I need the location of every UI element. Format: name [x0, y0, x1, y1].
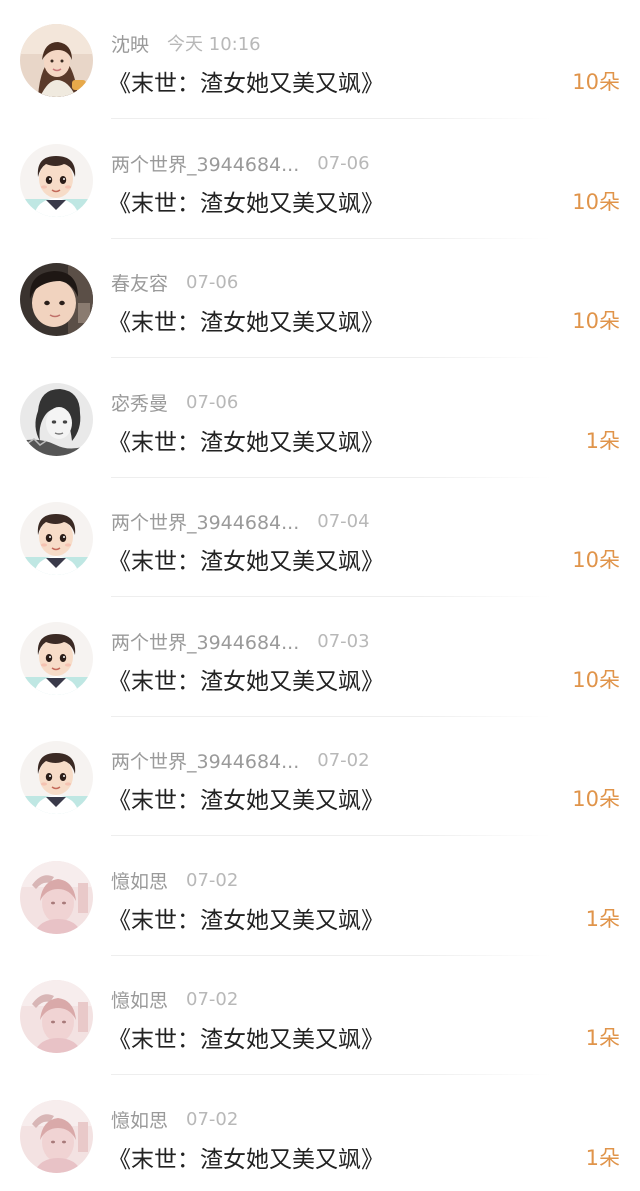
item-meta: 憶如思 07-02 — [111, 986, 238, 1012]
book-title[interactable]: 《末世：渣女她又美又飒》 — [108, 184, 384, 218]
list-item[interactable]: 两个世界_3944684... 07-02 《末世：渣女她又美又飒》 10朵 — [0, 717, 640, 836]
avatar[interactable] — [20, 980, 93, 1053]
flower-amount: 1朵 — [585, 429, 620, 453]
book-title[interactable]: 《末世：渣女她又美又飒》 — [108, 423, 384, 457]
user-name[interactable]: 两个世界_3944684... — [111, 508, 299, 535]
user-name[interactable]: 沈映 — [111, 30, 149, 57]
timestamp: 07-04 — [317, 510, 370, 532]
item-meta: 沈映 今天 10:16 — [111, 30, 261, 56]
list-item[interactable]: 宓秀曼 07-06 《末世：渣女她又美又飒》 1朵 — [0, 359, 640, 478]
timestamp: 07-03 — [317, 630, 370, 652]
timestamp: 07-06 — [186, 391, 239, 413]
list-item[interactable]: 沈映 今天 10:16 《末世：渣女她又美又飒》 10朵 — [0, 0, 640, 119]
divider — [111, 835, 551, 836]
avatar[interactable] — [20, 144, 93, 217]
item-meta: 憶如思 07-02 — [111, 1106, 238, 1132]
timestamp: 07-02 — [186, 869, 239, 891]
avatar[interactable] — [20, 1100, 93, 1173]
user-name[interactable]: 两个世界_3944684... — [111, 628, 299, 655]
user-name[interactable]: 两个世界_3944684... — [111, 150, 299, 177]
divider — [111, 118, 551, 119]
timestamp: 07-06 — [317, 152, 370, 174]
avatar[interactable] — [20, 502, 93, 575]
user-name[interactable]: 憶如思 — [111, 867, 168, 894]
book-title[interactable]: 《末世：渣女她又美又飒》 — [108, 662, 384, 696]
avatar[interactable] — [20, 861, 93, 934]
timestamp: 今天 10:16 — [167, 34, 261, 55]
list-item[interactable]: 两个世界_3944684... 07-06 《末世：渣女她又美又飒》 10朵 — [0, 120, 640, 239]
timestamp: 07-02 — [186, 988, 239, 1010]
divider — [111, 596, 551, 597]
user-name[interactable]: 憶如思 — [111, 986, 168, 1013]
item-meta: 春友容 07-06 — [111, 269, 238, 295]
flower-amount: 10朵 — [572, 70, 620, 94]
flower-amount: 1朵 — [585, 907, 620, 931]
item-meta: 两个世界_3944684... 07-02 — [111, 747, 370, 773]
item-meta: 两个世界_3944684... 07-04 — [111, 508, 370, 534]
book-title[interactable]: 《末世：渣女她又美又飒》 — [108, 781, 384, 815]
avatar[interactable] — [20, 24, 93, 97]
gift-records-list: 沈映 今天 10:16 《末世：渣女她又美又飒》 10朵 两个世界_3944684..… — [0, 0, 640, 1191]
list-item[interactable]: 憶如思 07-02 《末世：渣女她又美又飒》 1朵 — [0, 956, 640, 1075]
user-name[interactable]: 宓秀曼 — [111, 389, 168, 416]
list-item[interactable]: 憶如思 07-02 《末世：渣女她又美又飒》 1朵 — [0, 837, 640, 956]
book-title[interactable]: 《末世：渣女她又美又飒》 — [108, 1020, 384, 1054]
avatar[interactable] — [20, 383, 93, 456]
list-item[interactable]: 两个世界_3944684... 07-03 《末世：渣女她又美又飒》 10朵 — [0, 598, 640, 717]
avatar[interactable] — [20, 622, 93, 695]
user-name[interactable]: 春友容 — [111, 269, 168, 296]
flower-amount: 10朵 — [572, 668, 620, 692]
list-item[interactable]: 两个世界_3944684... 07-04 《末世：渣女她又美又飒》 10朵 — [0, 478, 640, 597]
timestamp: 07-02 — [317, 749, 370, 771]
flower-amount: 1朵 — [585, 1026, 620, 1050]
divider — [111, 1074, 551, 1075]
item-meta: 两个世界_3944684... 07-03 — [111, 628, 370, 654]
list-item[interactable]: 憶如思 07-02 《末世：渣女她又美又飒》 1朵 — [0, 1076, 640, 1191]
avatar[interactable] — [20, 741, 93, 814]
flower-amount: 10朵 — [572, 190, 620, 214]
flower-amount: 1朵 — [585, 1146, 620, 1170]
avatar[interactable] — [20, 263, 93, 336]
book-title[interactable]: 《末世：渣女她又美又飒》 — [108, 901, 384, 935]
user-name[interactable]: 憶如思 — [111, 1106, 168, 1133]
timestamp: 07-06 — [186, 271, 239, 293]
divider — [111, 357, 551, 358]
book-title[interactable]: 《末世：渣女她又美又飒》 — [108, 1140, 384, 1174]
item-meta: 宓秀曼 07-06 — [111, 389, 238, 415]
book-title[interactable]: 《末世：渣女她又美又飒》 — [108, 64, 384, 98]
book-title[interactable]: 《末世：渣女她又美又飒》 — [108, 542, 384, 576]
list-item[interactable]: 春友容 07-06 《末世：渣女她又美又飒》 10朵 — [0, 239, 640, 358]
item-meta: 憶如思 07-02 — [111, 867, 238, 893]
flower-amount: 10朵 — [572, 309, 620, 333]
flower-amount: 10朵 — [572, 548, 620, 572]
timestamp: 07-02 — [186, 1108, 239, 1130]
flower-amount: 10朵 — [572, 787, 620, 811]
user-name[interactable]: 两个世界_3944684... — [111, 747, 299, 774]
book-title[interactable]: 《末世：渣女她又美又飒》 — [108, 303, 384, 337]
item-meta: 两个世界_3944684... 07-06 — [111, 150, 370, 176]
